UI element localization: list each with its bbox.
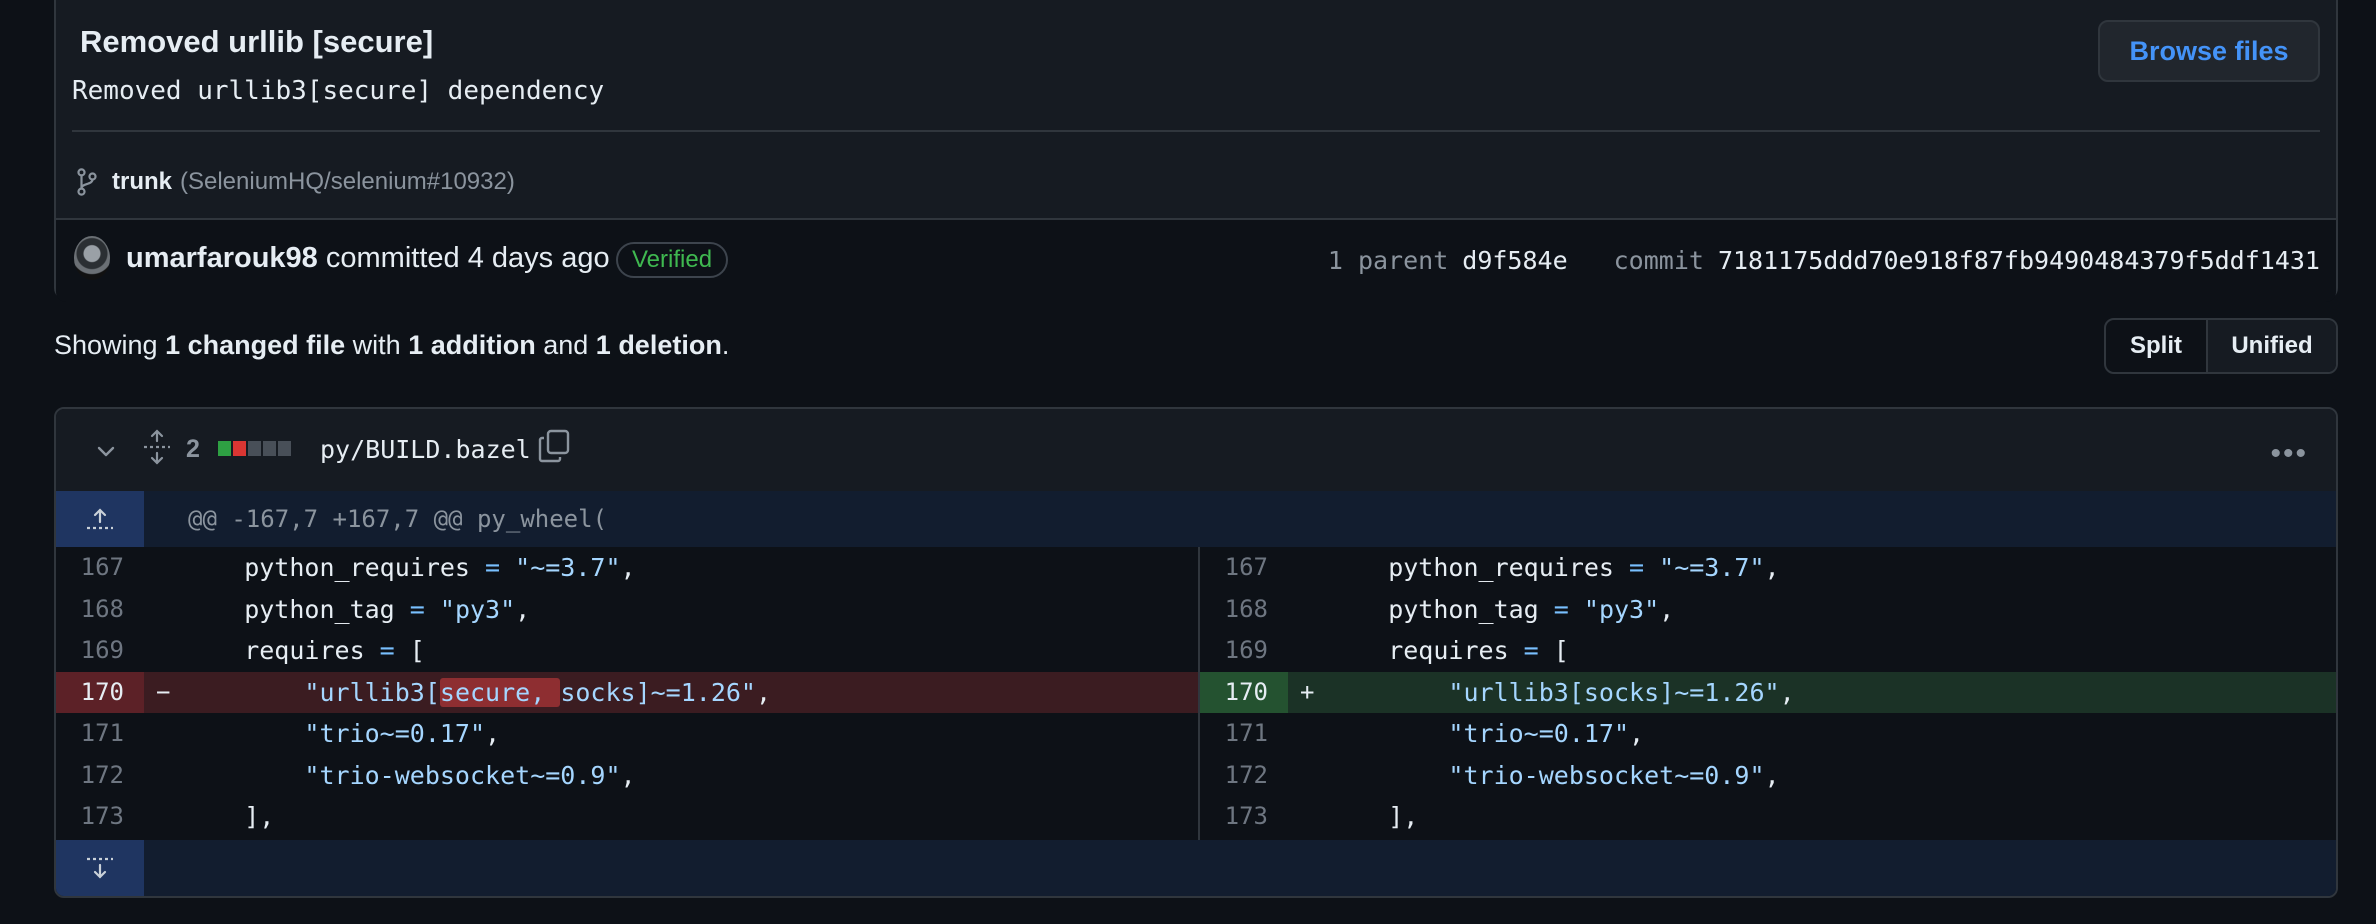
right-diff-line: 173 ], <box>1200 796 2336 837</box>
diff-view-toggle: Split Unified <box>2104 318 2338 374</box>
deletion-marker: − <box>156 677 171 706</box>
summary-with: with <box>352 330 401 360</box>
code-line: "trio-websocket~=0.9", <box>304 760 636 790</box>
avatar[interactable] <box>74 236 110 280</box>
right-diff-line: 169 requires = [ <box>1200 630 2336 671</box>
browse-files-button[interactable]: Browse files <box>2098 20 2320 82</box>
left-diff-line: 173 ], <box>56 796 1198 837</box>
diffstat-block-neutral <box>263 441 276 456</box>
copy-icon[interactable] <box>538 429 570 463</box>
line-number[interactable]: 171 <box>56 713 144 754</box>
line-number[interactable]: 172 <box>56 755 144 796</box>
hunk-header-row: @@ -167,7 +167,7 @@ py_wheel( <box>56 491 2336 547</box>
diffstat-blocks <box>218 441 291 456</box>
code-line: requires = [ <box>184 636 425 665</box>
line-number[interactable]: 172 <box>1200 755 1288 796</box>
right-diff-line: 170 + "urllib3[socks]~=1.26", <box>1200 671 2336 713</box>
line-number[interactable]: 169 <box>56 630 144 671</box>
right-diff-line: 172 "trio-websocket~=0.9", <box>1200 755 2336 796</box>
line-number[interactable]: 173 <box>56 796 144 837</box>
parent-sha-link[interactable]: d9f584e <box>1462 246 1567 275</box>
unified-view-button[interactable]: Unified <box>2208 320 2336 372</box>
commit-label: commit <box>1613 246 1704 275</box>
right-diff-line: 171 "trio~=0.17", <box>1200 713 2336 754</box>
commit-meta: 1 parent d9f584e commit 7181175ddd70e918… <box>1328 246 2320 275</box>
code-line: python_requires = "~=3.7", <box>1328 553 1780 582</box>
expand-down-icon <box>87 857 113 879</box>
code-line: "trio~=0.17", <box>1448 719 1645 748</box>
expand-down-button[interactable] <box>56 840 144 896</box>
additions-count: 1 addition <box>408 330 536 360</box>
author-name[interactable]: umarfarouk98 <box>126 242 318 274</box>
commit-time: committed 4 days ago <box>325 242 610 274</box>
line-number[interactable]: 168 <box>1200 589 1288 630</box>
change-count: 2 <box>186 435 200 463</box>
diff-right-pane: 167 python_requires = "~=3.7", 168 python… <box>1200 547 2336 842</box>
diff-left-pane: 167 python_requires = "~=3.7", 168 python… <box>56 547 1200 842</box>
code-line: python_tag = "py3", <box>184 594 531 624</box>
left-diff-line: 168 python_tag = "py3", <box>56 589 1198 630</box>
addition-marker: + <box>1300 677 1315 706</box>
chevron-down-icon[interactable] <box>94 439 118 463</box>
left-diff-line: 169 requires = [ <box>56 630 1198 671</box>
diffstat-block-neutral <box>248 441 261 456</box>
code-line: "urllib3[socks]~=1.26", <box>1448 677 1795 707</box>
right-diff-line: 168 python_tag = "py3", <box>1200 589 2336 630</box>
hunk-footer-row <box>56 840 2336 896</box>
right-diff-line: 167 python_requires = "~=3.7", <box>1200 547 2336 588</box>
line-number[interactable]: 171 <box>1200 713 1288 754</box>
left-diff-line: 171 "trio~=0.17", <box>56 713 1198 754</box>
file-diff: 2 py/BUILD.bazel ••• @@ -167,7 +167,7 @@… <box>54 407 2338 898</box>
code-line: "trio-websocket~=0.9", <box>1448 760 1780 790</box>
diffstat-block-added <box>218 441 231 456</box>
line-number[interactable]: 170 <box>56 671 144 713</box>
code-line: python_tag = "py3", <box>1328 594 1675 624</box>
summary-prefix: Showing <box>54 330 158 360</box>
diffstat-block-neutral <box>278 441 291 456</box>
left-diff-line: 172 "trio-websocket~=0.9", <box>56 755 1198 796</box>
branch-info: trunk (SeleniumHQ/selenium#10932) <box>76 168 515 196</box>
diffstat-block-removed <box>233 441 246 456</box>
summary-and: and <box>543 330 589 360</box>
split-view-button[interactable]: Split <box>2106 320 2208 372</box>
branch-name[interactable]: trunk <box>112 168 172 196</box>
line-number[interactable]: 168 <box>56 589 144 630</box>
removed-text-highlight: secure, <box>439 677 561 707</box>
expand-all-icon[interactable] <box>142 429 172 465</box>
pull-request-ref[interactable]: (SeleniumHQ/selenium#10932) <box>180 168 515 196</box>
line-number[interactable]: 173 <box>1200 796 1288 837</box>
code-line: python_requires = "~=3.7", <box>184 553 636 582</box>
author-row: umarfarouk98 committed 4 days ago Verifi… <box>56 218 2336 302</box>
code-line: ], <box>184 802 275 831</box>
commit-description: Removed urllib3[secure] dependency <box>72 76 605 106</box>
author-info: umarfarouk98 committed 4 days ago <box>126 242 610 275</box>
expand-up-button[interactable] <box>56 491 144 547</box>
line-number[interactable]: 167 <box>56 547 144 588</box>
code-line: "trio~=0.17", <box>304 719 501 748</box>
code-line: requires = [ <box>1328 636 1569 665</box>
verified-badge[interactable]: Verified <box>616 242 729 278</box>
code-line: ], <box>1328 802 1419 831</box>
more-options-icon[interactable]: ••• <box>2270 437 2308 471</box>
hunk-header: @@ -167,7 +167,7 @@ py_wheel( <box>188 505 608 533</box>
git-branch-icon <box>77 168 97 196</box>
left-diff-line: 170− "urllib3[secure, socks]~=1.26", <box>56 671 1198 713</box>
commit-sha: 7181175ddd70e918f87fb9490484379f5ddf1431 <box>1717 246 2320 275</box>
expand-up-icon <box>87 508 113 530</box>
summary-suffix: . <box>721 330 730 360</box>
left-diff-line: 167 python_requires = "~=3.7", <box>56 547 1198 588</box>
deletions-count: 1 deletion <box>595 330 722 360</box>
diff-summary: Showing 1 changed file with 1 addition a… <box>54 330 729 361</box>
line-number[interactable]: 167 <box>1200 547 1288 588</box>
parent-label: 1 parent <box>1327 246 1449 275</box>
divider <box>72 130 2320 132</box>
changed-files-count: 1 changed file <box>165 330 346 360</box>
commit-title: Removed urllib [secure] <box>80 24 434 59</box>
commit-header: Removed urllib [secure] Removed urllib3[… <box>54 0 2338 302</box>
line-number[interactable]: 170 <box>1200 671 1288 713</box>
line-number[interactable]: 169 <box>1200 630 1288 671</box>
code-line: "urllib3[secure, socks]~=1.26", <box>304 677 772 707</box>
file-header: 2 py/BUILD.bazel ••• <box>56 409 2336 493</box>
file-path[interactable]: py/BUILD.bazel <box>320 435 531 464</box>
